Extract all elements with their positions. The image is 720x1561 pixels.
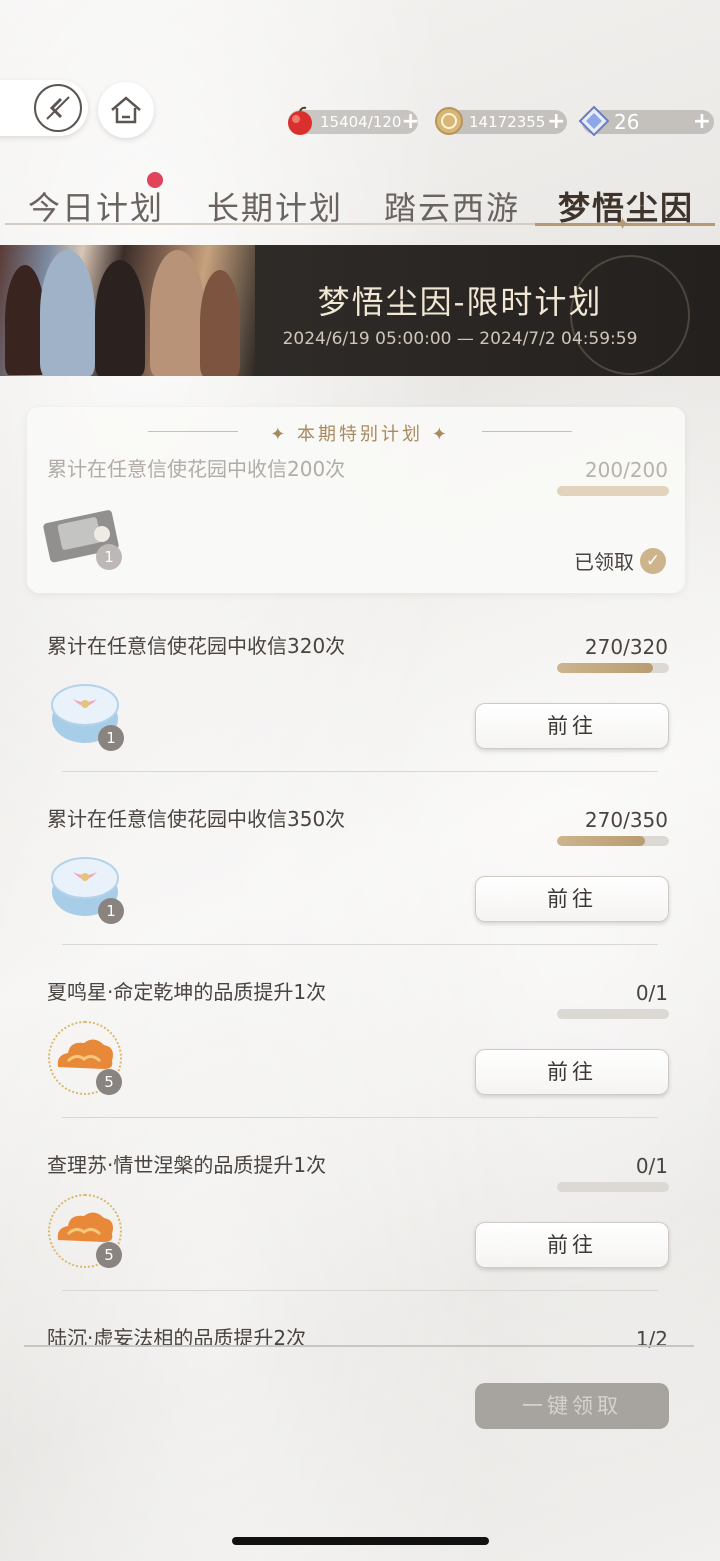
stamina-counter: 15404/120 +	[288, 106, 420, 135]
tab-underline	[5, 223, 195, 225]
claimed-status: 已领取 ✓	[574, 546, 666, 575]
special-task-progress-bar	[557, 486, 669, 496]
row-divider	[62, 944, 658, 945]
tab-underline	[190, 223, 360, 225]
back-arrow-icon	[34, 84, 82, 132]
task-progress-bar	[557, 1182, 669, 1192]
task-title: 累计在任意信使花园中收信350次	[47, 807, 346, 831]
task-progress-bar	[557, 836, 669, 846]
add-diamond-button[interactable]: +	[690, 110, 714, 134]
task-progress: 0/1	[635, 1154, 668, 1178]
task-progress-bar	[557, 663, 669, 673]
home-button[interactable]	[98, 82, 154, 138]
gold-counter: 14172355 +	[435, 107, 567, 135]
task-title: 夏鸣星·命定乾坤的品质提升1次	[47, 980, 327, 1004]
add-gold-button[interactable]: +	[545, 110, 567, 134]
sparkle-icon: ✦	[615, 214, 631, 235]
task-progress: 270/350	[584, 808, 668, 832]
gift-box-blue-icon[interactable]: 1	[48, 848, 124, 924]
go-button[interactable]: 前往	[475, 703, 669, 749]
notification-badge	[147, 172, 163, 188]
check-icon: ✓	[640, 547, 666, 574]
task-progress-bar	[557, 1009, 669, 1019]
task-progress: 0/1	[635, 981, 668, 1005]
list-bottom-edge	[24, 1345, 694, 1347]
home-indicator[interactable]	[232, 1537, 489, 1545]
plan-tabs: 今日计划 长期计划 踏云西游 梦悟尘因	[0, 175, 720, 230]
row-divider	[62, 771, 658, 772]
task-title: 累计在任意信使花园中收信320次	[47, 634, 346, 658]
special-plan-header: ✦ 本期特别计划 ✦	[270, 424, 450, 445]
go-button[interactable]: 前往	[475, 1222, 669, 1268]
diamond-counter: 26 +	[578, 105, 714, 137]
task-progress: 270/320	[584, 635, 668, 659]
diamond-icon	[578, 105, 610, 137]
go-button[interactable]: 前往	[475, 1049, 669, 1095]
claim-all-button[interactable]: 一键领取	[475, 1383, 669, 1429]
gift-box-dark-icon[interactable]: 1	[42, 498, 126, 570]
special-task-progress: 200/200	[584, 458, 668, 482]
apple-stamina-icon	[288, 106, 312, 135]
add-stamina-button[interactable]: +	[401, 110, 419, 134]
gold-coin-icon	[435, 107, 463, 135]
go-button[interactable]: 前往	[475, 876, 669, 922]
gift-box-blue-icon[interactable]: 1	[48, 675, 124, 751]
row-divider	[62, 1117, 658, 1118]
golden-cloud-icon[interactable]: 5	[48, 1021, 122, 1095]
back-button[interactable]	[0, 80, 88, 136]
tab-underline	[360, 223, 535, 225]
banner-date-range: 2024/6/19 05:00:00 — 2024/7/2 04:59:59	[282, 329, 638, 349]
banner-title: 梦悟尘因-限时计划	[317, 283, 603, 321]
banner-character-art	[0, 245, 255, 376]
special-task-title: 累计在任意信使花园中收信200次	[47, 457, 346, 481]
golden-cloud-icon[interactable]: 5	[48, 1194, 122, 1268]
event-banner: 梦悟尘因-限时计划 2024/6/19 05:00:00 — 2024/7/2 …	[0, 245, 720, 376]
task-title: 查理苏·情世涅槃的品质提升1次	[47, 1153, 327, 1177]
list-clip-area: 陆沉·虚妄法相的品质提升2次 1/2	[0, 1290, 720, 1348]
home-icon	[111, 96, 141, 124]
